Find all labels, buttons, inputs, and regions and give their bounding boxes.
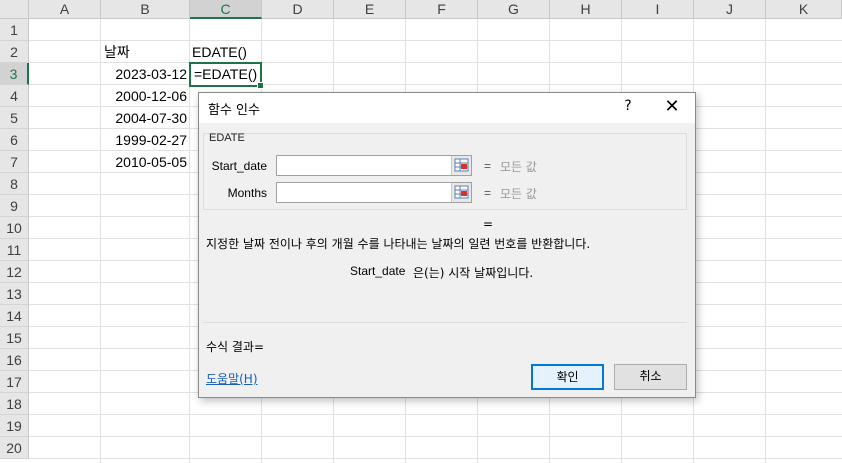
row-header-5[interactable]: 5 [0, 107, 29, 129]
cancel-button[interactable]: 취소 [614, 364, 687, 390]
column-header-k[interactable]: K [766, 0, 842, 19]
close-icon[interactable]: ✕ [661, 96, 683, 118]
function-description: 지정한 날짜 전이나 후의 개월 수를 나타내는 날짜의 일련 번호를 반환합니… [206, 237, 591, 251]
column-header-j[interactable]: J [694, 0, 766, 19]
start-date-collapse-button[interactable] [451, 156, 471, 175]
start-date-label: Start_date [211, 159, 267, 173]
column-header-e[interactable]: E [334, 0, 406, 19]
row-header-2[interactable]: 2 [0, 41, 29, 63]
row-header-8[interactable]: 8 [0, 173, 29, 195]
months-input[interactable] [276, 182, 472, 203]
formula-result: 수식 결과= [206, 340, 265, 354]
cell-b5[interactable]: 2004-07-30 [101, 107, 187, 129]
column-header-g[interactable]: G [478, 0, 550, 19]
divider [203, 322, 687, 323]
function-arguments-dialog: 함수 인수 ? ✕ EDATE Start_date = 모든 값 Months… [198, 92, 696, 398]
row-header-12[interactable]: 12 [0, 261, 29, 283]
fill-handle[interactable] [257, 82, 264, 89]
range-select-icon [454, 185, 469, 199]
row-header-16[interactable]: 16 [0, 349, 29, 371]
start-date-input[interactable] [276, 155, 472, 176]
ok-button[interactable]: 확인 [531, 364, 604, 390]
cell-c2[interactable]: EDATE() [192, 41, 247, 63]
row-header-13[interactable]: 13 [0, 283, 29, 305]
cell-c3-formula[interactable]: =EDATE() [194, 63, 257, 85]
cell-b2[interactable]: 날짜 [104, 41, 130, 63]
row-header-9[interactable]: 9 [0, 195, 29, 217]
column-header-d[interactable]: D [262, 0, 334, 19]
cell-b6[interactable]: 1999-02-27 [101, 129, 187, 151]
row-header-4[interactable]: 4 [0, 85, 29, 107]
cell-b7[interactable]: 2010-05-05 [101, 151, 187, 173]
range-select-icon [454, 158, 469, 172]
months-equals: = [484, 186, 492, 200]
row-header-1[interactable]: 1 [0, 19, 29, 41]
months-collapse-button[interactable] [451, 183, 471, 202]
cell-b4[interactable]: 2000-12-06 [101, 85, 187, 107]
help-icon[interactable]: ? [620, 98, 636, 114]
cell-b3[interactable]: 2023-03-12 [101, 63, 187, 85]
dialog-titlebar[interactable]: 함수 인수 ? ✕ [199, 93, 695, 123]
function-name-label: EDATE [209, 132, 245, 144]
row-header-7[interactable]: 7 [0, 151, 29, 173]
help-link[interactable]: 도움말(H) [206, 370, 258, 387]
argument-description-text: 은(는) 시작 날짜입니다. [413, 266, 534, 280]
months-label: Months [227, 186, 267, 200]
row-header-19[interactable]: 19 [0, 415, 29, 437]
row-header-3[interactable]: 3 [0, 63, 29, 85]
dialog-title: 함수 인수 [208, 103, 260, 118]
column-header-f[interactable]: F [406, 0, 478, 19]
column-header-b[interactable]: B [101, 0, 190, 19]
row-header-18[interactable]: 18 [0, 393, 29, 415]
function-result-equals: = [483, 217, 494, 231]
row-header-10[interactable]: 10 [0, 217, 29, 239]
months-result: 모든 값 [500, 187, 537, 201]
row-header-17[interactable]: 17 [0, 371, 29, 393]
start-date-result: 모든 값 [500, 160, 537, 174]
column-header-a[interactable]: A [29, 0, 101, 19]
row-header-20[interactable]: 20 [0, 437, 29, 459]
row-header-14[interactable]: 14 [0, 305, 29, 327]
row-header-11[interactable]: 11 [0, 239, 29, 261]
select-all-corner[interactable] [0, 0, 29, 19]
start-date-equals: = [484, 159, 492, 173]
column-header-c[interactable]: C [190, 0, 262, 19]
column-header-h[interactable]: H [550, 0, 622, 19]
argument-description-name: Start_date [350, 264, 406, 278]
row-header-6[interactable]: 6 [0, 129, 29, 151]
row-header-15[interactable]: 15 [0, 327, 29, 349]
column-header-i[interactable]: I [622, 0, 694, 19]
